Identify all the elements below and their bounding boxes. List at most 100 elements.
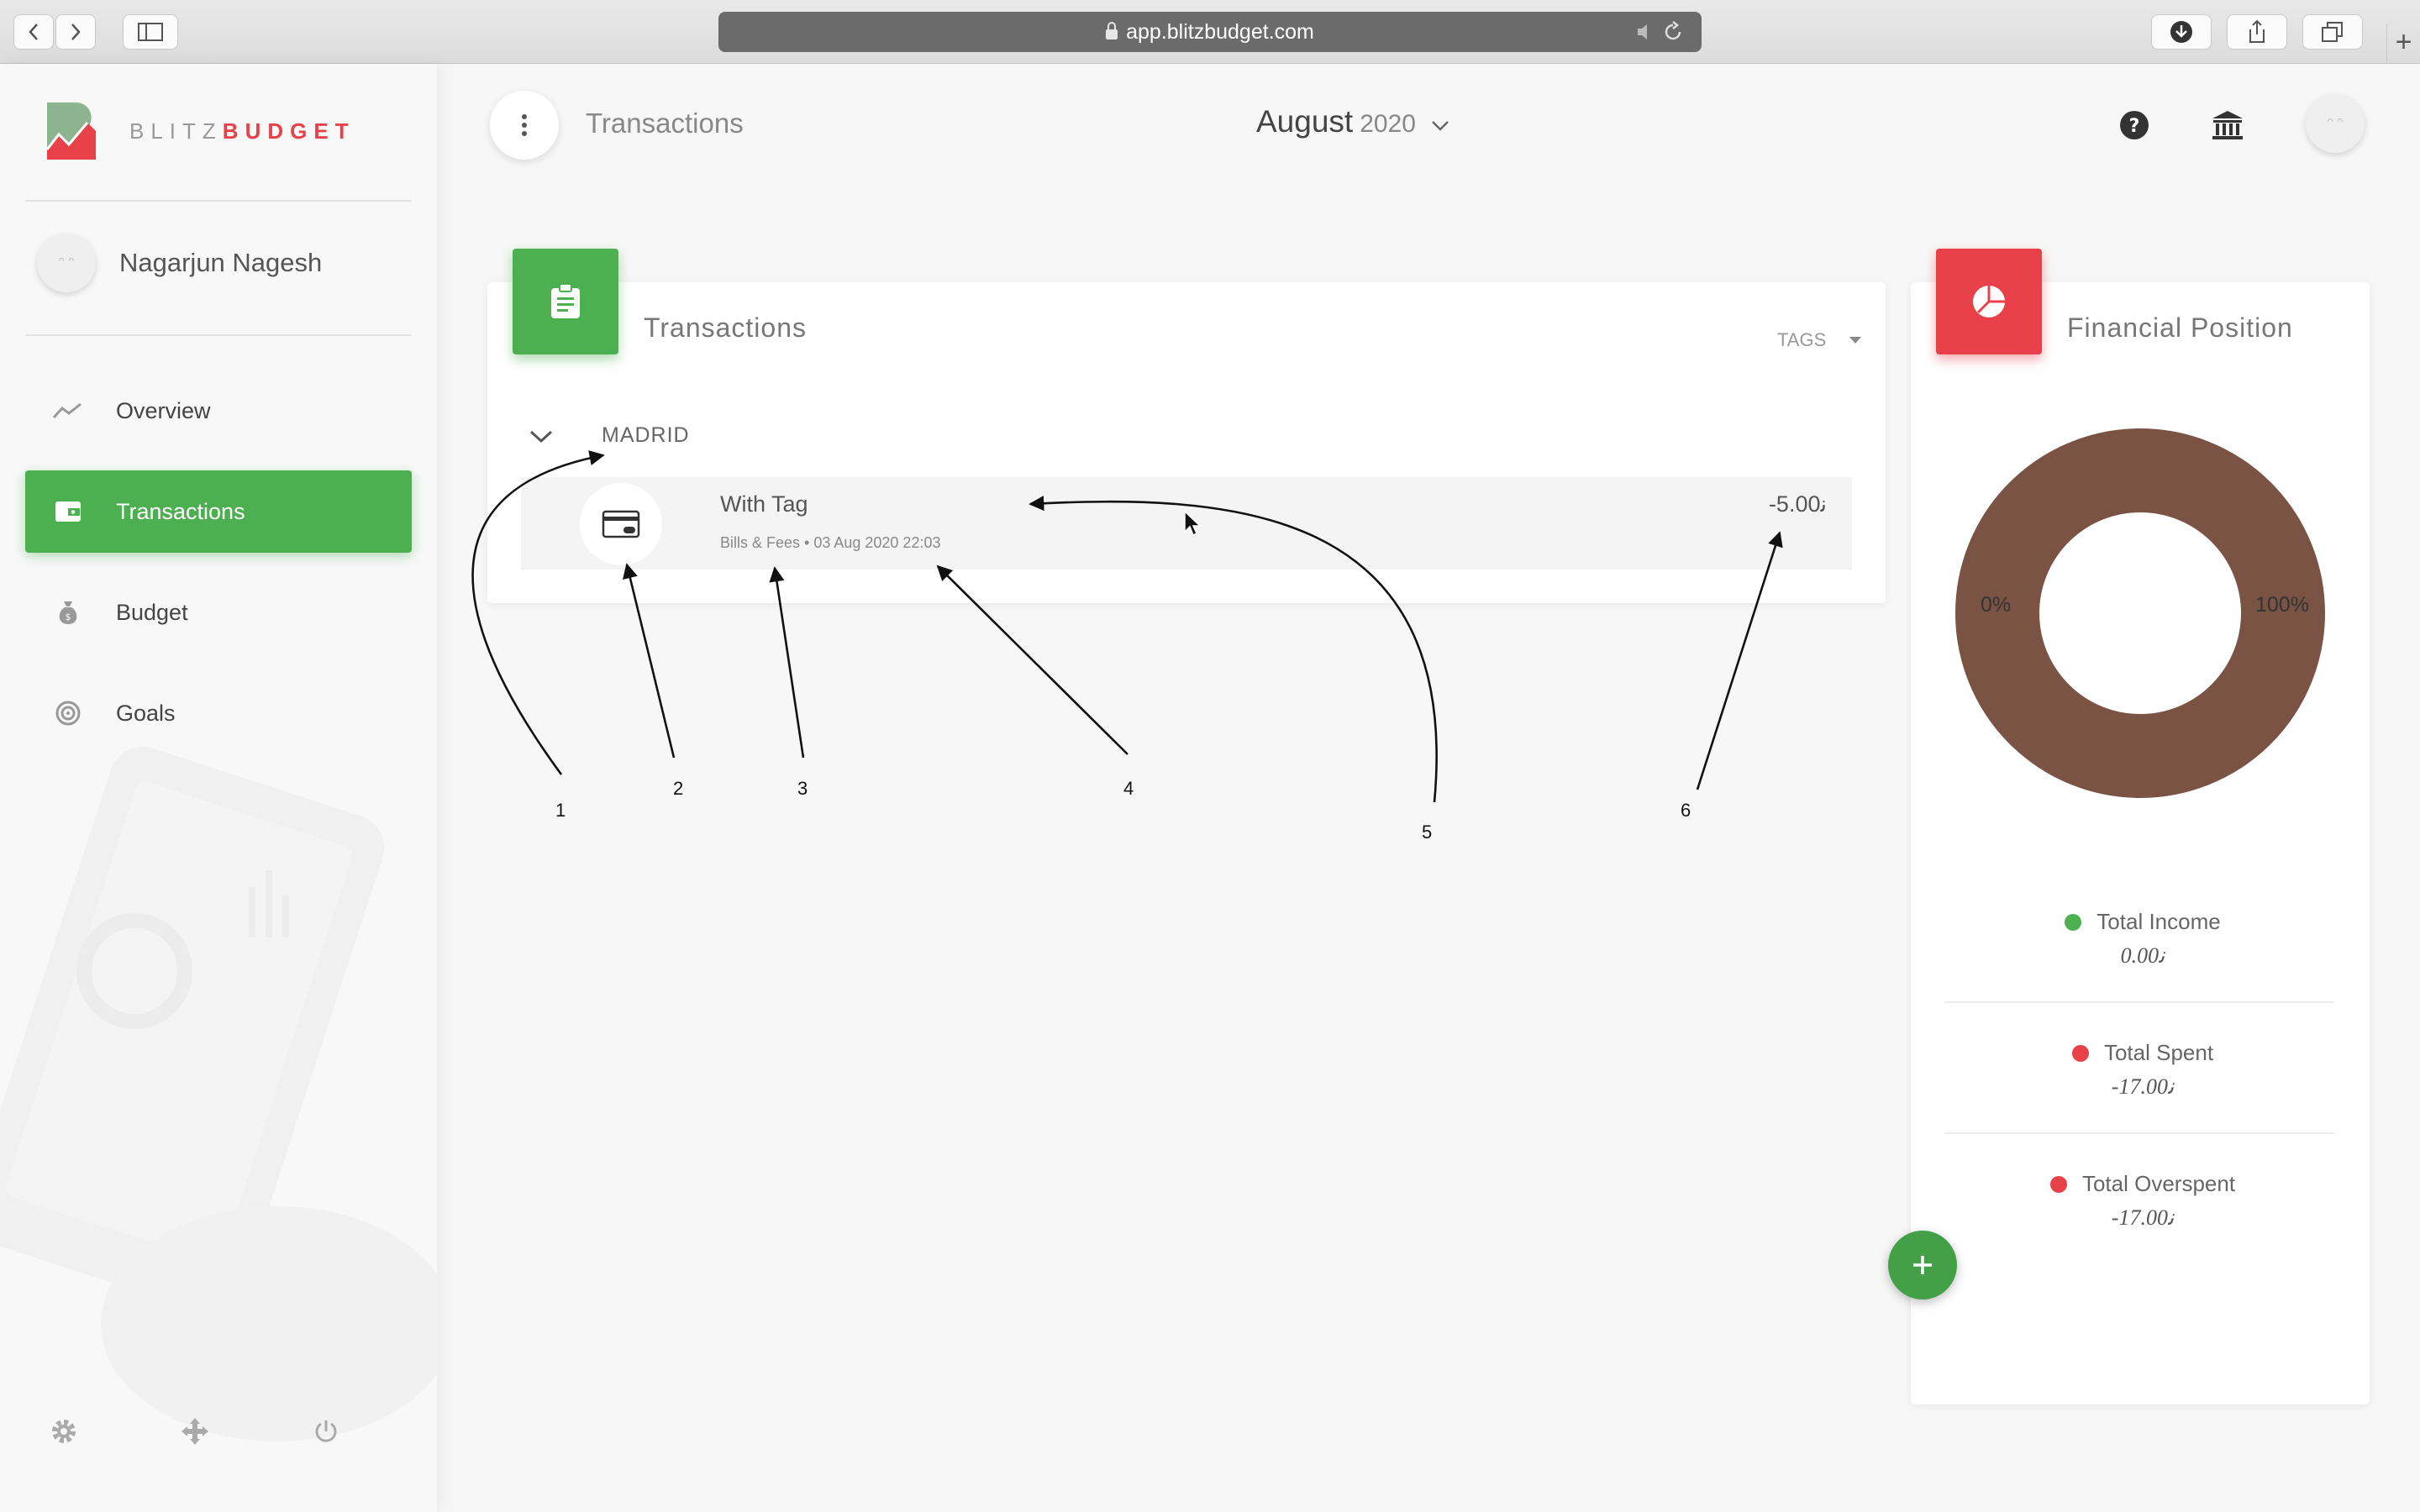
sidebar-item-label: Transactions bbox=[116, 498, 245, 524]
user-profile[interactable]: ᵔ ᵔ Nagarjun Nagesh bbox=[37, 234, 322, 292]
total-income: Total Income 0.00ﻧ bbox=[1911, 909, 2375, 969]
transaction-category-icon bbox=[580, 483, 662, 565]
more-vertical-icon bbox=[522, 114, 527, 136]
download-icon bbox=[2170, 21, 2192, 43]
donut-right-label: 100% bbox=[2255, 593, 2309, 617]
help-icon[interactable]: ? bbox=[2117, 108, 2152, 143]
total-overspent-label: Total Overspent bbox=[2081, 1171, 2236, 1196]
clipboard-icon bbox=[551, 283, 580, 318]
divider bbox=[25, 334, 412, 336]
sidebar-background-image bbox=[0, 747, 437, 1441]
divider bbox=[1944, 1001, 2334, 1003]
red-dot-icon bbox=[2049, 1175, 2067, 1193]
downloads-button[interactable] bbox=[2151, 14, 2212, 50]
back-button[interactable] bbox=[13, 14, 54, 50]
divider bbox=[25, 200, 412, 202]
sidebar-item-goals[interactable]: Goals bbox=[25, 672, 412, 754]
green-dot-icon bbox=[2065, 913, 2082, 931]
browser-chrome: app.blitzbudget.com + bbox=[0, 0, 2420, 64]
collapse-group-button[interactable] bbox=[528, 428, 555, 449]
total-spent-value: -17.00ﻧ bbox=[2111, 1074, 2175, 1099]
svg-text:$: $ bbox=[66, 612, 71, 622]
total-overspent-value: -17.00ﻧ bbox=[2111, 1205, 2175, 1230]
chevron-down-icon bbox=[529, 430, 553, 444]
total-income-value: 0.00ﻧ bbox=[2120, 943, 2165, 968]
sidebar: BLITZBUDGET ᵔ ᵔ Nagarjun Nagesh Overview… bbox=[0, 64, 437, 1512]
financial-card-badge bbox=[1936, 249, 2042, 354]
credit-card-icon bbox=[602, 510, 640, 538]
page-title: Transactions bbox=[586, 108, 744, 139]
pie-chart-icon bbox=[1973, 286, 2005, 318]
sidebar-icon bbox=[138, 23, 163, 41]
new-tab-button[interactable]: + bbox=[2386, 24, 2420, 64]
move-icon[interactable] bbox=[178, 1415, 212, 1448]
bank-icon[interactable] bbox=[2210, 108, 2245, 143]
svg-text:?: ? bbox=[2129, 116, 2140, 137]
url-text: app.blitzbudget.com bbox=[1126, 19, 1314, 44]
divider bbox=[1944, 1132, 2334, 1134]
chevron-right-icon bbox=[71, 24, 81, 40]
add-transaction-button[interactable] bbox=[1888, 1231, 1957, 1299]
caret-down-icon bbox=[1849, 337, 1862, 344]
share-button[interactable] bbox=[2227, 14, 2287, 50]
chevron-left-icon bbox=[29, 24, 38, 40]
chevron-down-icon bbox=[1431, 104, 1449, 139]
brand-logo[interactable]: BLITZBUDGET bbox=[44, 97, 355, 165]
money-bag-icon: $ bbox=[50, 600, 86, 625]
trend-icon bbox=[50, 402, 86, 420]
sidebar-item-label: Overview bbox=[116, 397, 211, 423]
annotation-label: 6 bbox=[1681, 800, 1691, 821]
sidebar-item-label: Goals bbox=[116, 700, 176, 726]
transaction-name: With Tag bbox=[720, 491, 808, 517]
tags-label: TAGS bbox=[1777, 329, 1827, 350]
forward-button[interactable] bbox=[55, 14, 96, 50]
total-spent: Total Spent -17.00ﻧ bbox=[1911, 1040, 2375, 1100]
transaction-group-name: MADRID bbox=[602, 423, 690, 447]
target-icon bbox=[50, 701, 86, 726]
year-label: 2020 bbox=[1360, 110, 1416, 138]
share-icon bbox=[2249, 19, 2265, 43]
user-name: Nagarjun Nagesh bbox=[119, 248, 323, 277]
total-spent-label: Total Spent bbox=[2103, 1040, 2214, 1065]
financial-card-title: Financial Position bbox=[2067, 312, 2293, 343]
red-dot-icon bbox=[2071, 1044, 2089, 1062]
power-icon[interactable] bbox=[309, 1415, 343, 1448]
profile-avatar[interactable]: ᵔ ᵔ bbox=[2306, 94, 2365, 153]
plus-icon bbox=[1913, 1256, 1932, 1274]
avatar: ᵔ ᵔ bbox=[37, 234, 96, 292]
tabs-icon bbox=[2322, 22, 2343, 42]
total-overspent: Total Overspent -17.00ﻧ bbox=[1911, 1171, 2375, 1231]
donut-ring bbox=[1955, 428, 2325, 798]
sidebar-item-budget[interactable]: $ Budget bbox=[25, 571, 412, 654]
address-bar[interactable]: app.blitzbudget.com bbox=[718, 12, 1702, 52]
reload-icon[interactable] bbox=[1634, 20, 1685, 50]
brand-suffix: BUDGET bbox=[222, 118, 355, 144]
tags-dropdown[interactable]: TAGS bbox=[1777, 329, 1862, 351]
brand-prefix: BLITZ bbox=[129, 118, 223, 144]
annotation-label: 2 bbox=[673, 778, 684, 799]
sidebar-item-overview[interactable]: Overview bbox=[25, 370, 412, 452]
transactions-card-badge bbox=[513, 249, 618, 354]
brand-name: BLITZBUDGET bbox=[129, 118, 355, 144]
transactions-card-title: Transactions bbox=[644, 312, 807, 343]
annotation-label: 3 bbox=[797, 778, 808, 799]
annotation-label: 4 bbox=[1123, 778, 1134, 799]
annotation-label: 1 bbox=[555, 800, 566, 821]
transaction-amount: -5.00ﻧ bbox=[1768, 491, 1827, 517]
sidebar-toggle-button[interactable] bbox=[123, 14, 178, 50]
tabs-overview-button[interactable] bbox=[2302, 14, 2363, 50]
sidebar-item-transactions[interactable]: Transactions bbox=[25, 470, 412, 553]
month-picker[interactable]: August 2020 bbox=[1256, 104, 1449, 139]
gear-icon[interactable] bbox=[47, 1415, 81, 1448]
blitzbudget-logo-icon bbox=[45, 102, 96, 160]
wallet-icon bbox=[50, 500, 86, 523]
total-income-label: Total Income bbox=[2096, 909, 2221, 934]
sidebar-item-label: Budget bbox=[116, 599, 188, 625]
annotation-label: 5 bbox=[1422, 822, 1433, 843]
mouse-pointer-icon bbox=[1184, 510, 1202, 537]
month-label: August bbox=[1256, 104, 1354, 139]
transaction-meta: Bills & Fees • 03 Aug 2020 22:03 bbox=[720, 534, 941, 551]
menu-button[interactable] bbox=[490, 91, 559, 160]
lock-icon bbox=[1106, 22, 1118, 39]
donut-left-label: 0% bbox=[1981, 593, 2012, 617]
